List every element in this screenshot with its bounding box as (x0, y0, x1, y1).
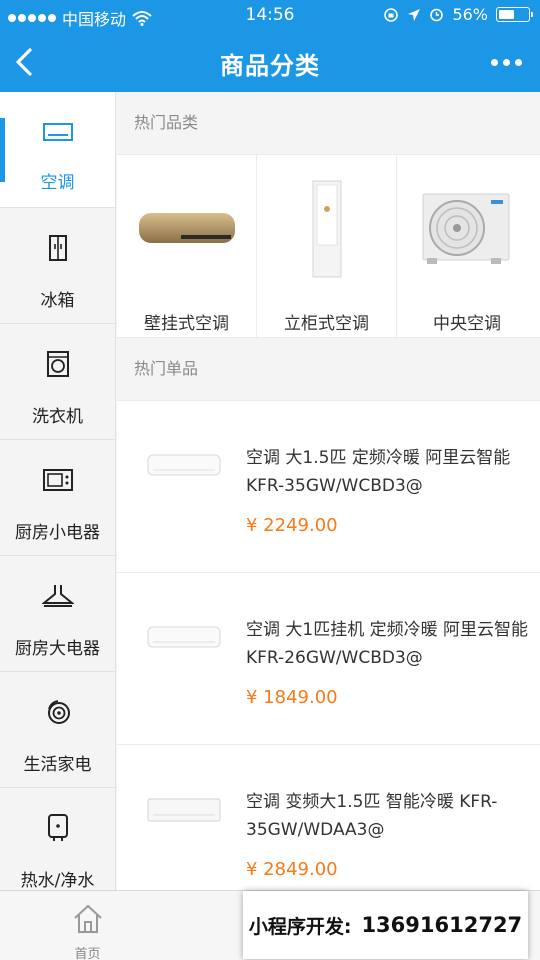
sidebar-item-label: 洗衣机 (32, 407, 83, 427)
fridge-icon (38, 234, 78, 262)
central-ac-image (397, 179, 537, 279)
air-conditioner-icon (38, 118, 78, 146)
rotation-lock-icon (384, 7, 399, 22)
alarm-icon (430, 8, 444, 22)
nav-bar: 商品分类 (0, 32, 540, 92)
more-button[interactable] (486, 48, 526, 76)
more-dot (514, 58, 522, 66)
floor-ac-image (257, 179, 396, 279)
category-label: 壁挂式空调 (144, 314, 229, 334)
tab-home[interactable]: 首页 (20, 891, 155, 960)
product-price: ¥ 1849.00 (246, 687, 338, 708)
microwave-icon (38, 466, 78, 494)
battery-icon (496, 7, 533, 22)
sidebar-item-kitchen-large[interactable]: 厨房大电器 (0, 556, 115, 672)
sidebar-item-label: 厨房大电器 (15, 639, 100, 659)
category-content: 热门品类 壁挂式空调 立柜式空调 中央空调 热门单品 空调 大1.5匹 定频冷暖… (117, 92, 540, 890)
range-hood-icon (38, 582, 78, 610)
more-dot (502, 58, 510, 66)
product-name: 空调 大1匹挂机 定频冷暖 阿里云智能 KFR-26GW/WCBD3@ (246, 620, 529, 668)
category-label: 中央空调 (433, 314, 501, 334)
location-icon (408, 8, 421, 21)
hot-category-grid: 壁挂式空调 立柜式空调 中央空调 (117, 154, 540, 339)
status-bar: 中国移动 14:56 56% (0, 0, 540, 32)
home-icon (73, 905, 102, 933)
product-price: ¥ 2849.00 (246, 859, 338, 880)
category-central-ac[interactable]: 中央空调 (397, 155, 537, 339)
hot-products-title: 热门单品 (117, 338, 540, 400)
product-item[interactable]: 空调 大1匹挂机 定频冷暖 阿里云智能 KFR-26GW/WCBD3@ ¥ 18… (117, 572, 540, 744)
product-name: 空调 变频大1.5匹 智能冷暖 KFR-35GW/WDAA3@ (246, 792, 498, 840)
wall-ac-image (117, 179, 256, 279)
promo-banner: 小程序开发: 13691612727 (243, 891, 528, 959)
product-image (147, 798, 221, 822)
category-sidebar: 空调 冰箱 洗衣机 厨房小电器 厨房大电器 生活家电 热水/净水 (0, 92, 116, 904)
sidebar-item-air-conditioner[interactable]: 空调 (0, 92, 115, 208)
more-dot (490, 58, 498, 66)
water-heater-icon (38, 814, 78, 842)
sidebar-item-label: 厨房小电器 (15, 523, 100, 543)
sidebar-item-label: 热水/净水 (20, 871, 95, 891)
sidebar-item-label: 空调 (40, 173, 75, 193)
sidebar-item-fridge[interactable]: 冰箱 (0, 208, 115, 324)
category-label: 立柜式空调 (284, 314, 369, 334)
product-item[interactable]: 空调 大1.5匹 定频冷暖 阿里云智能 KFR-35GW/WCBD3@ ¥ 22… (117, 400, 540, 572)
product-image (147, 626, 221, 648)
fan-icon (38, 698, 78, 726)
sidebar-item-water[interactable]: 热水/净水 (0, 788, 115, 904)
product-item[interactable]: 空调 变频大1.5匹 智能冷暖 KFR-35GW/WDAA3@ ¥ 2849.0… (117, 744, 540, 890)
hot-categories-title: 热门品类 (117, 92, 540, 154)
sidebar-item-home-appliance[interactable]: 生活家电 (0, 672, 115, 788)
promo-phone: 13691612727 (361, 913, 523, 937)
tab-label: 首页 (74, 947, 101, 960)
product-name: 空调 大1.5匹 定频冷暖 阿里云智能 KFR-35GW/WCBD3@ (246, 448, 511, 496)
washer-icon (38, 350, 78, 378)
promo-label: 小程序开发: (248, 915, 352, 938)
sidebar-item-label: 生活家电 (23, 755, 92, 775)
page-title: 商品分类 (220, 52, 320, 80)
category-wall-ac[interactable]: 壁挂式空调 (117, 155, 257, 339)
sidebar-item-label: 冰箱 (40, 291, 75, 311)
sidebar-item-kitchen-small[interactable]: 厨房小电器 (0, 440, 115, 556)
status-right: 56% (383, 5, 533, 24)
product-image (147, 454, 221, 476)
sidebar-item-washer[interactable]: 洗衣机 (0, 324, 115, 440)
category-floor-ac[interactable]: 立柜式空调 (257, 155, 397, 339)
battery-percent: 56% (452, 5, 488, 24)
product-price: ¥ 2249.00 (246, 515, 338, 536)
